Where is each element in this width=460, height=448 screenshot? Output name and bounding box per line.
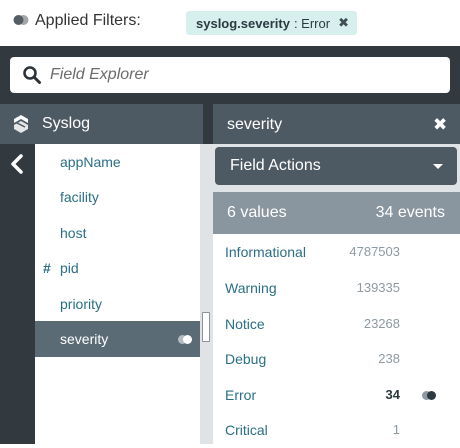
close-icon[interactable]: ✖ [433,115,447,135]
value-count-cell: 4787503 [349,244,400,259]
field-item-severity[interactable]: severity [35,321,200,357]
field-item-host[interactable]: host [35,215,200,251]
applied-filters-label: Applied Filters: [35,12,141,29]
field-item-label: appName [60,154,121,170]
remove-filter-icon[interactable]: ✖ [338,15,349,31]
filter-chip[interactable]: syslog.severity : Error ✖ [186,11,357,35]
applied-filters-bar: Applied Filters: syslog.severity : Error… [0,0,460,46]
value-name: Notice [225,316,265,332]
search-icon [23,66,41,84]
filter-chip-field: syslog.severity [196,15,290,31]
value-name: Debug [225,351,267,367]
value-count-cell: 23268 [363,316,400,331]
field-detail-header: severity ✖ [213,104,460,144]
back-strip [0,144,35,444]
field-actions-wrapper: Field Actions [213,144,460,192]
event-count: 34 events [375,204,445,221]
field-item-label: facility [60,189,99,205]
value-name: Informational [225,244,306,260]
value-summary: 6 values 34 events [213,192,460,234]
field-detail-panel: severity ✖ Field Actions 6 values 34 eve… [213,104,460,444]
numeric-type-icon: # [43,260,51,276]
value-name: Warning [225,280,277,296]
source-header[interactable]: Syslog [0,104,203,144]
value-row-debug[interactable]: Debug 238 [213,341,460,377]
field-item-label: host [60,225,87,241]
filter-toggle-icon[interactable] [421,390,437,401]
field-explorer-panel: Syslog appName facility host # pid prior… [0,46,460,444]
field-item-appname[interactable]: appName [35,144,200,180]
source-label: Syslog [42,115,91,132]
field-item-pid[interactable]: # pid [35,250,200,286]
search-box[interactable] [10,57,450,93]
field-list: appName facility host # pid priority sev… [35,144,200,444]
value-count-cell: 139335 [356,280,400,295]
value-row-notice[interactable]: Notice 23268 [213,306,460,342]
field-item-priority[interactable]: priority [35,286,200,322]
field-item-label: priority [60,296,103,312]
value-count-cell: 1 [392,422,400,437]
splitter-handle[interactable] [202,312,210,342]
chevron-left-icon[interactable] [10,154,24,174]
value-row-error[interactable]: Error 34 [213,377,460,413]
field-item-label: severity [60,331,109,347]
syslog-icon [14,115,28,133]
caret-down-icon [433,164,443,169]
filter-toggle-icon [13,15,29,25]
value-count-cell: 238 [378,351,400,366]
panel-splitter [200,144,213,444]
value-row-informational[interactable]: Informational 4787503 [213,234,460,270]
value-count: 6 values [227,204,287,221]
field-actions-dropdown[interactable]: Field Actions [215,147,457,185]
field-item-label: pid [60,260,79,276]
field-item-facility[interactable]: facility [35,179,200,215]
field-actions-label: Field Actions [230,157,321,174]
value-count-cell: 34 [385,387,400,402]
value-name: Critical [225,422,268,438]
value-row-critical[interactable]: Critical 1 [213,412,460,448]
filter-chip-value: : Error [293,15,331,31]
field-explorer-search-input[interactable] [50,60,440,90]
filter-toggle-icon[interactable] [177,334,193,345]
value-row-warning[interactable]: Warning 139335 [213,270,460,306]
field-detail-title: severity [227,116,283,133]
value-name: Error [225,387,257,403]
